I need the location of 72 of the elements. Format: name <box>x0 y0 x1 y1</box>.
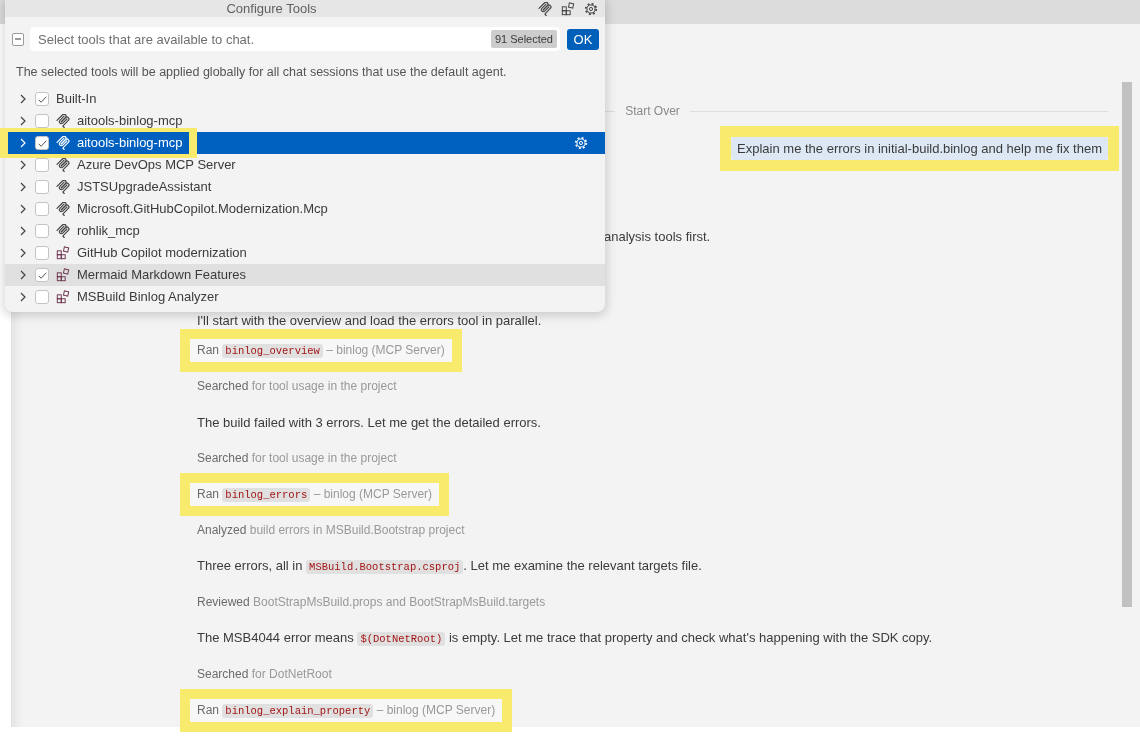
extensions-icon <box>56 290 70 304</box>
chevron-right-icon[interactable] <box>19 248 27 258</box>
chevron-right-icon[interactable] <box>19 182 27 192</box>
select-all-checkbox[interactable] <box>12 32 24 46</box>
server-logo-icon <box>56 136 70 150</box>
activity-summary[interactable]: Searched for tool usage in the project <box>197 450 397 466</box>
server-logo-icon <box>56 202 70 216</box>
chevron-right-icon[interactable] <box>19 270 27 280</box>
tool-call-summary[interactable]: Ran binlog_errors – binlog (MCP Server) <box>197 485 433 503</box>
checkbox[interactable] <box>35 246 49 260</box>
server-logo-icon <box>56 180 70 194</box>
chevron-right-icon[interactable] <box>19 116 27 126</box>
user-message: Explain me the errors in initial-build.binlog and help me fix them <box>731 137 1108 160</box>
settings-icon[interactable] <box>584 1 598 16</box>
selected-count-badge: 91 Selected <box>490 30 557 48</box>
tool-list-item[interactable]: JSTSUpgradeAssistant <box>5 176 605 198</box>
tool-name: MSBuild Binlog Analyzer <box>77 289 219 305</box>
tool-name: Microsoft.GitHubCopilot.Modernization.Mcp <box>77 201 328 217</box>
ok-button[interactable]: OK <box>567 28 599 50</box>
tool-list-item[interactable]: GitHub Copilot modernization <box>5 242 605 264</box>
message-text: I'll start with the overview and load the errors tool in parallel. <box>197 312 542 328</box>
activity-summary[interactable]: Reviewed BootStrapMsBuild.props and BootStrapMsBuild.targets <box>197 594 546 610</box>
tool-list-item[interactable]: rohlik_mcp <box>5 220 605 242</box>
chevron-right-icon[interactable] <box>19 160 27 170</box>
tool-name: aitools-binlog-mcp <box>77 113 183 129</box>
checkbox[interactable] <box>35 158 49 172</box>
server-logo-icon <box>56 158 70 172</box>
dialog-description: The selected tools will be applied globally for all chat sessions that use the default agent. <box>16 65 508 80</box>
checkbox[interactable] <box>35 114 49 128</box>
chevron-right-icon[interactable] <box>19 292 27 302</box>
server-logo-icon <box>56 114 70 128</box>
checkbox[interactable] <box>35 92 49 106</box>
tool-list-item[interactable]: aitools-binlog-mcp <box>5 110 605 132</box>
activity-summary[interactable]: Searched for DotNetRoot <box>197 666 332 682</box>
server-logo-icon[interactable] <box>538 1 552 16</box>
tool-call-summary[interactable]: Ran binlog_overview – binlog (MCP Server) <box>197 341 445 359</box>
tool-list-item[interactable]: Azure DevOps MCP Server <box>5 154 605 176</box>
activity-summary[interactable]: Analyzed build errors in MSBuild.Bootstrap project <box>197 522 465 538</box>
tool-name: GitHub Copilot modernization <box>77 245 247 261</box>
chevron-right-icon[interactable] <box>19 226 27 236</box>
tool-name: Azure DevOps MCP Server <box>77 157 236 173</box>
message-text: analysis tools first. <box>604 229 711 244</box>
tool-name: rohlik_mcp <box>77 223 140 239</box>
chevron-right-icon[interactable] <box>19 94 27 104</box>
activity-summary[interactable]: Searched for tool usage in the project <box>197 378 397 394</box>
message-text: Three errors, all in MSBuild.Bootstrap.csproj . Let me examine the relevant targets file. <box>197 557 702 575</box>
dialog-title: Configure Tools <box>225 1 318 16</box>
tool-list-item[interactable]: Built-In <box>5 88 605 110</box>
tool-name: Built-In <box>56 91 97 107</box>
extensions-icon <box>56 268 70 282</box>
checkbox[interactable] <box>35 136 49 150</box>
checkbox[interactable] <box>35 180 49 194</box>
chevron-right-icon[interactable] <box>19 204 27 214</box>
start-over-link[interactable]: Start Over <box>625 102 680 120</box>
tool-name: JSTSUpgradeAssistant <box>77 179 212 195</box>
extensions-icon[interactable] <box>561 1 575 16</box>
checkbox[interactable] <box>35 202 49 216</box>
message-text: The build failed with 3 errors. Let me get the detailed errors. <box>197 414 541 430</box>
minus-icon <box>14 35 22 43</box>
checkbox[interactable] <box>35 224 49 238</box>
tool-list-item[interactable]: Microsoft.GitHubCopilot.Modernization.Mcp <box>5 198 605 220</box>
server-logo-icon <box>56 224 70 238</box>
scrollbar[interactable] <box>1122 82 1132 607</box>
tool-name: Mermaid Markdown Features <box>77 267 247 283</box>
message-text: The MSB4044 error means $(DotNetRoot) is empty. Let me trace that property and check what's happening with the SDK copy. <box>197 629 933 647</box>
tool-name: aitools-binlog-mcp <box>77 135 183 151</box>
checkbox[interactable] <box>35 290 49 304</box>
tool-list-item[interactable]: MSBuild Binlog Analyzer <box>5 286 605 308</box>
extensions-icon <box>56 246 70 260</box>
tool-call-summary[interactable]: Ran binlog_explain_property – binlog (MCP Server) <box>197 701 496 719</box>
tool-list-item[interactable]: Mermaid Markdown Features <box>5 264 605 286</box>
checkbox[interactable] <box>35 268 49 282</box>
